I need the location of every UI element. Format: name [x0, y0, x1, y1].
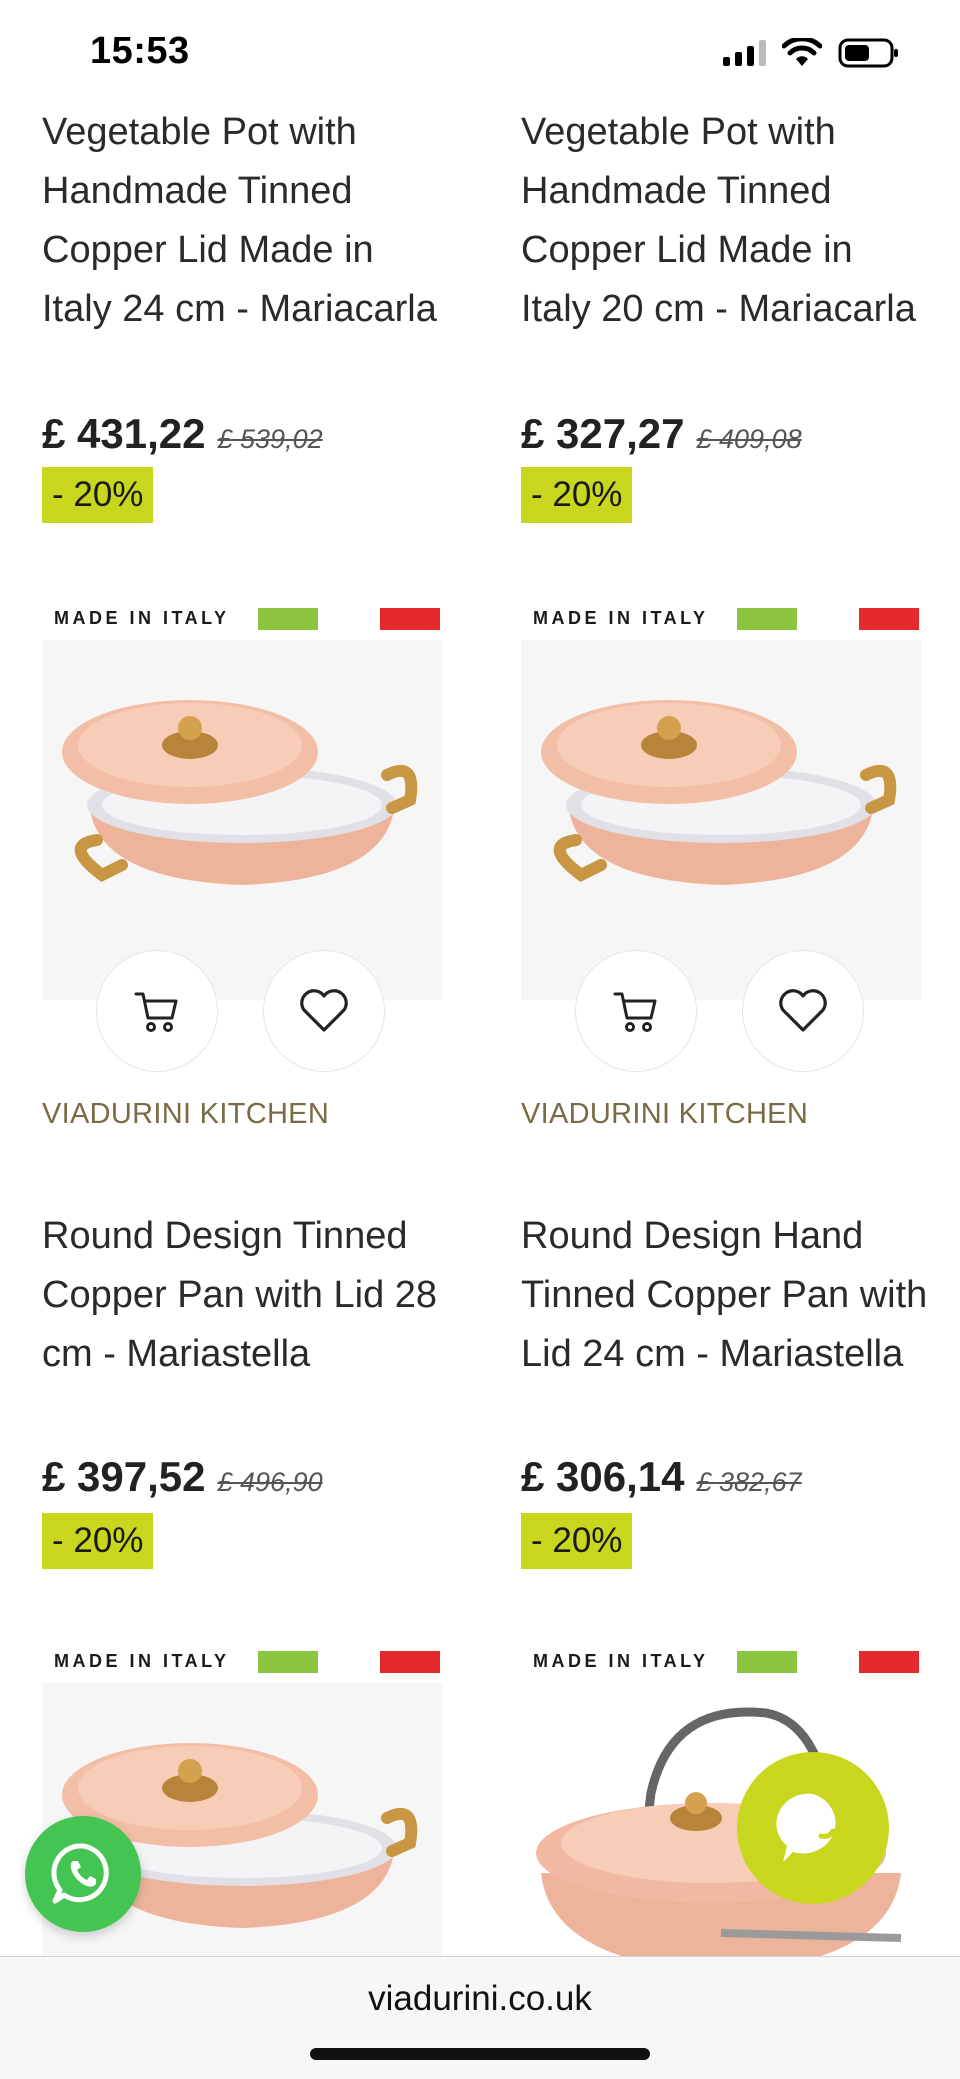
price-row: £ 327,27 £ 409,08 [521, 410, 802, 458]
made-in-italy-label: MADE IN ITALY [533, 1651, 709, 1671]
add-to-cart-button[interactable] [96, 950, 218, 1072]
copper-pan-image [521, 640, 921, 1000]
flag-green-stripe [737, 608, 797, 630]
discount-badge: - 20% [521, 1513, 633, 1569]
product-image[interactable]: MADE IN ITALY [42, 590, 442, 1072]
chat-icon [776, 1793, 836, 1862]
product-title[interactable]: Vegetable Pot with Handmade Tinned Coppe… [521, 103, 921, 339]
discount-badge: - 20% [521, 467, 633, 523]
product-card-3[interactable]: MADE IN ITALY VIADURINI KITCHEN Round De… [42, 590, 447, 1570]
cart-icon [134, 992, 178, 1032]
whatsapp-icon [51, 1843, 109, 1904]
flag-red-stripe [380, 608, 440, 630]
product-price: £ 397,52 [42, 1453, 206, 1500]
brand-label[interactable]: VIADURINI KITCHEN [42, 1098, 329, 1131]
cart-icon [613, 992, 657, 1032]
browser-bottom-bar: viadurini.co.uk [0, 1956, 960, 2079]
flag-green-stripe [258, 1651, 318, 1673]
product-old-price: £ 382,67 [696, 1467, 802, 1497]
product-title[interactable]: Round Design Tinned Copper Pan with Lid … [42, 1207, 452, 1384]
home-indicator[interactable] [310, 2048, 650, 2060]
product-price: £ 327,27 [521, 410, 685, 457]
copper-pan-image [42, 640, 442, 1000]
flag-red-stripe [380, 1651, 440, 1673]
product-title[interactable]: Round Design Hand Tinned Copper Pan with… [521, 1207, 931, 1384]
product-old-price: £ 496,90 [217, 1467, 323, 1497]
product-price: £ 306,14 [521, 1453, 685, 1500]
product-old-price: £ 409,08 [696, 424, 802, 454]
heart-icon [779, 989, 827, 1032]
made-in-italy-label: MADE IN ITALY [54, 1651, 230, 1671]
add-to-wishlist-button[interactable] [742, 950, 864, 1072]
discount-badge: - 20% [42, 1513, 154, 1569]
add-to-wishlist-button[interactable] [263, 950, 385, 1072]
product-price: £ 431,22 [42, 410, 206, 457]
whatsapp-button[interactable] [25, 1816, 141, 1932]
made-in-italy-label: MADE IN ITALY [533, 608, 709, 628]
product-card-1[interactable]: Vegetable Pot with Handmade Tinned Coppe… [42, 0, 447, 530]
price-row: £ 306,14 £ 382,67 [521, 1453, 802, 1501]
flag-red-stripe [859, 1651, 919, 1673]
product-title[interactable]: Vegetable Pot with Handmade Tinned Coppe… [42, 103, 442, 339]
product-old-price: £ 539,02 [217, 424, 323, 454]
product-card-4[interactable]: MADE IN ITALY VIADURINI KITCHEN Round De… [521, 590, 927, 1570]
made-in-italy-label: MADE IN ITALY [54, 608, 230, 628]
url-address[interactable]: viadurini.co.uk [0, 1979, 960, 2019]
discount-badge: - 20% [42, 467, 154, 523]
flag-green-stripe [737, 1651, 797, 1673]
flag-green-stripe [258, 608, 318, 630]
heart-icon [300, 989, 348, 1032]
chat-button[interactable] [737, 1752, 889, 1904]
price-row: £ 397,52 £ 496,90 [42, 1453, 323, 1501]
product-card-2[interactable]: Vegetable Pot with Handmade Tinned Coppe… [521, 0, 926, 530]
brand-label[interactable]: VIADURINI KITCHEN [521, 1098, 808, 1131]
product-image[interactable]: MADE IN ITALY [521, 590, 921, 1072]
price-row: £ 431,22 £ 539,02 [42, 410, 323, 458]
add-to-cart-button[interactable] [575, 950, 697, 1072]
flag-red-stripe [859, 608, 919, 630]
